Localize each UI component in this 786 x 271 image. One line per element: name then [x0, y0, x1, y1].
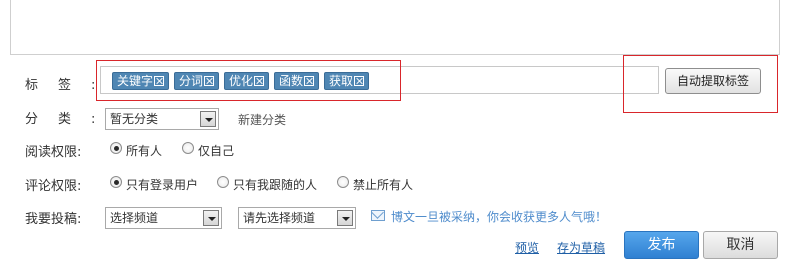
- comment-logged-in-radio[interactable]: [110, 176, 122, 188]
- read-self-label: 仅自己: [198, 144, 235, 158]
- cancel-button[interactable]: 取消: [703, 231, 778, 259]
- channel-select-value: 选择频道: [110, 211, 159, 225]
- category-label: 分类:: [25, 112, 116, 127]
- chevron-down-icon: [203, 210, 219, 226]
- subchannel-select-value: 请先选择频道: [243, 211, 316, 225]
- subchannel-select[interactable]: 请先选择频道: [238, 207, 356, 229]
- read-self-radio[interactable]: [182, 142, 194, 154]
- read-all-label: 所有人: [126, 144, 163, 158]
- comment-permission-label: 评论权限:: [25, 179, 82, 194]
- submit-hint: 博文一旦被采纳，你会收获更多人气哦！: [391, 210, 608, 224]
- editor-area[interactable]: [10, 0, 780, 55]
- comment-followed-radio[interactable]: [217, 176, 229, 188]
- save-draft-link[interactable]: 存为草稿: [557, 239, 605, 256]
- channel-select[interactable]: 选择频道: [105, 207, 222, 229]
- new-category-link[interactable]: 新建分类: [238, 111, 286, 128]
- read-permission-label: 阅读权限:: [25, 145, 82, 160]
- comment-logged-in-label: 只有登录用户: [126, 178, 199, 192]
- envelope-icon: [371, 210, 385, 221]
- chevron-down-icon: [200, 111, 216, 127]
- comment-none-radio[interactable]: [337, 176, 349, 188]
- publish-button[interactable]: 发布: [624, 231, 699, 259]
- comment-none-label: 禁止所有人: [353, 178, 414, 192]
- highlight-box-tags: [96, 60, 401, 101]
- category-select-value: 暂无分类: [110, 112, 159, 126]
- submit-label: 我要投稿:: [25, 212, 82, 227]
- chevron-down-icon: [337, 210, 353, 226]
- read-all-radio[interactable]: [110, 142, 122, 154]
- preview-link[interactable]: 预览: [515, 239, 539, 256]
- category-select[interactable]: 暂无分类: [105, 108, 219, 130]
- auto-extract-tags-button[interactable]: 自动提取标签: [665, 68, 761, 94]
- comment-followed-label: 只有我跟随的人: [233, 178, 318, 192]
